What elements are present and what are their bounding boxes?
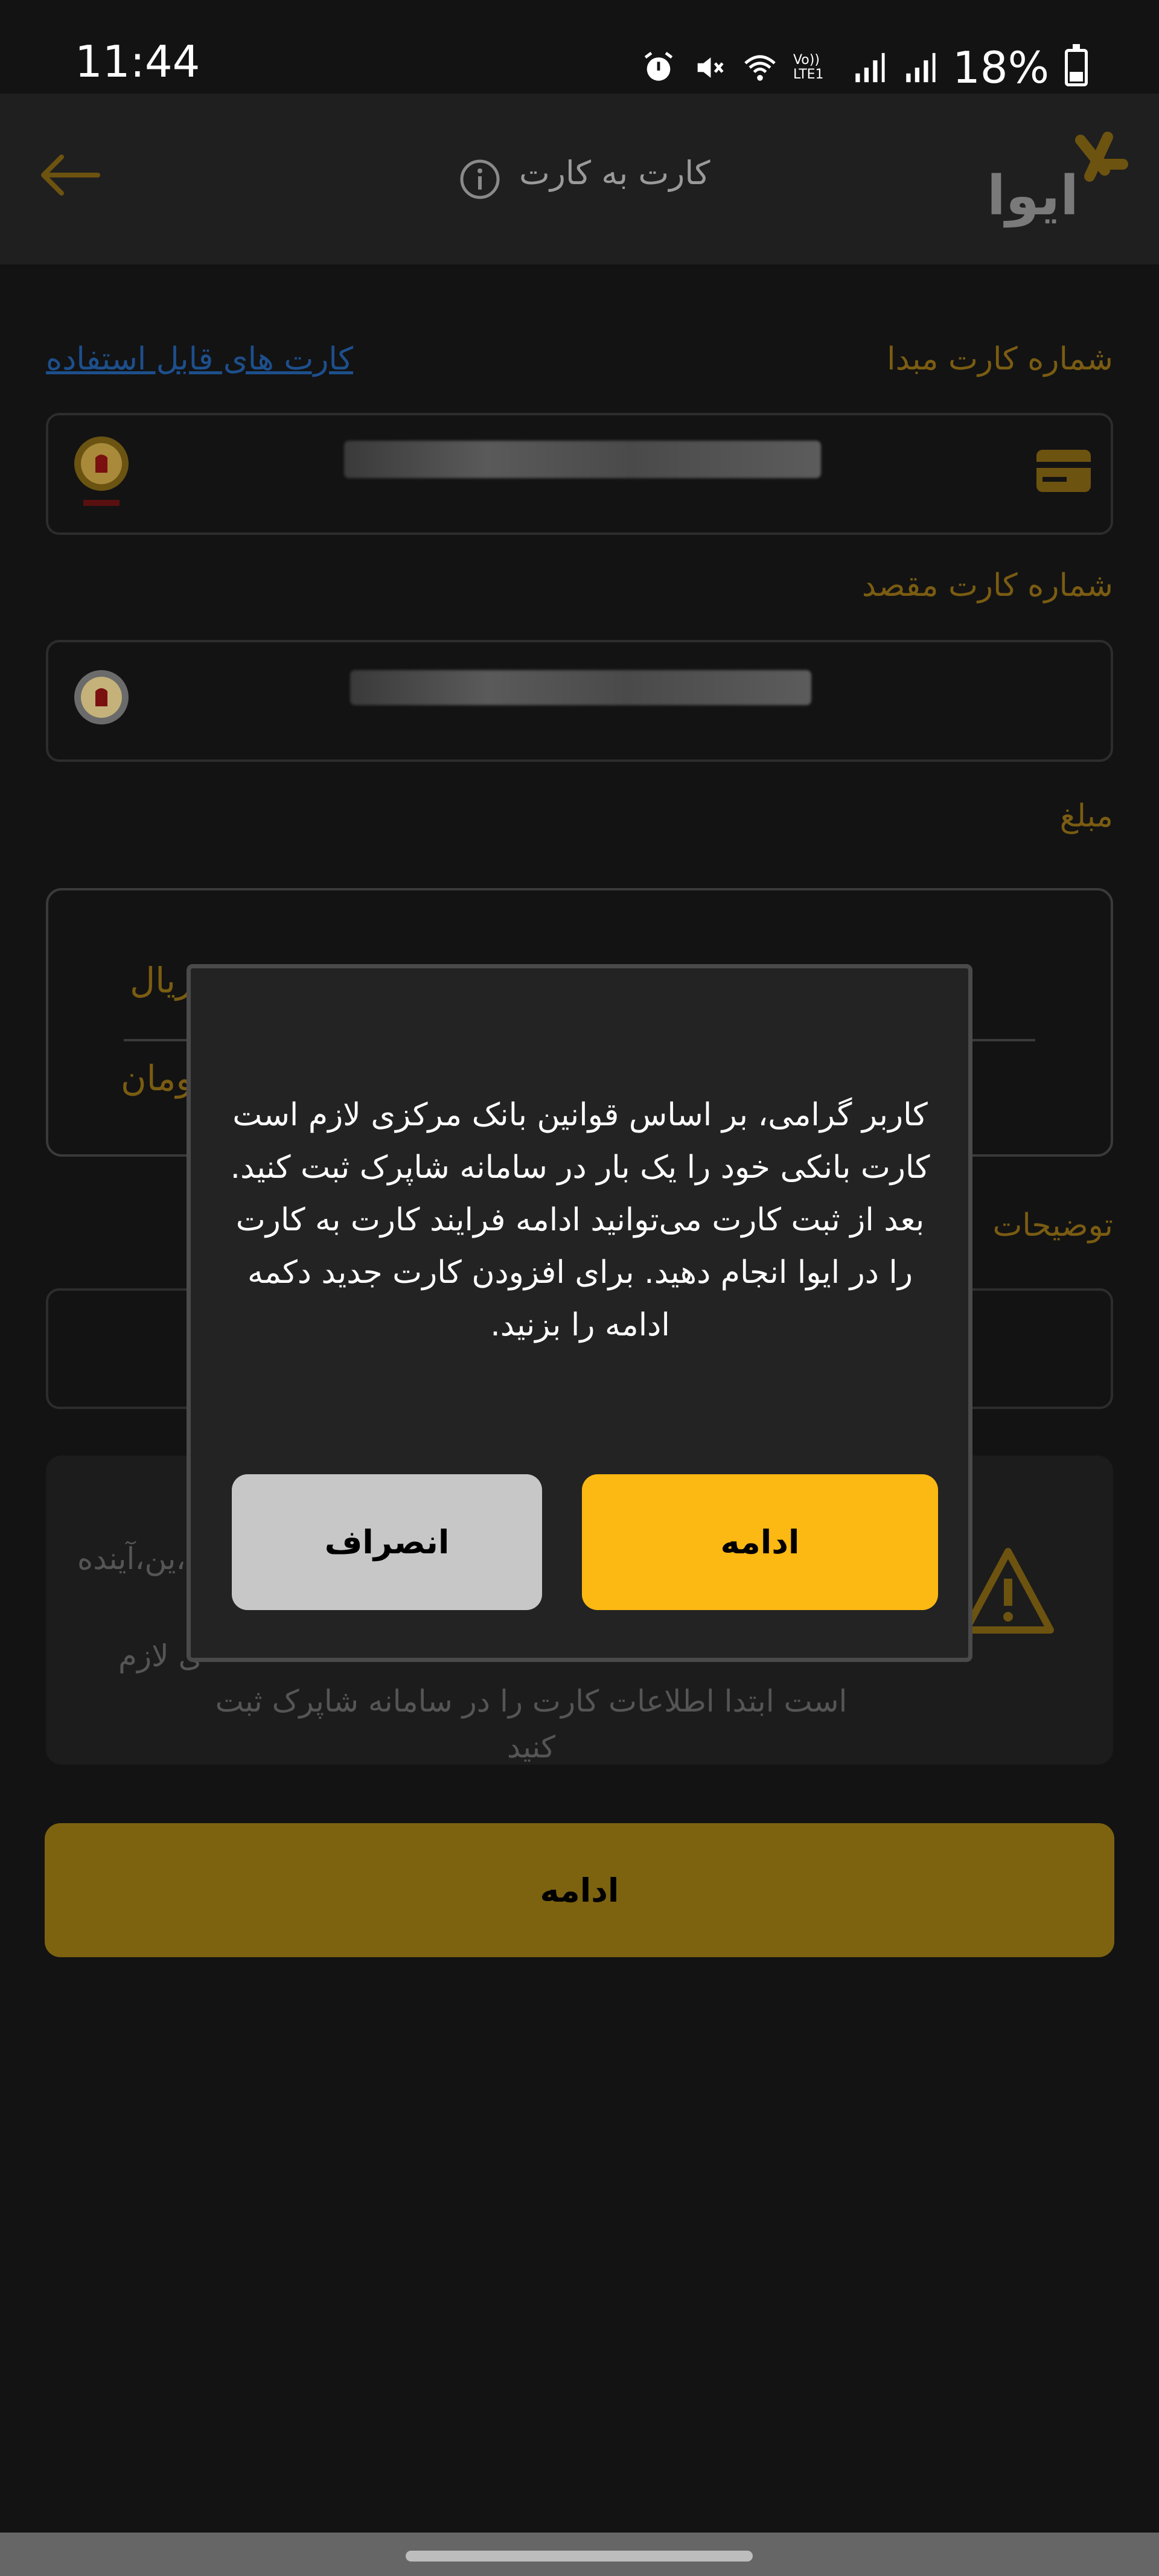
volte-label: Vo)) LTE1 [793, 53, 824, 82]
status-time: 11:44 [75, 36, 200, 87]
battery-icon [1065, 44, 1088, 86]
dialog-cancel-button[interactable]: انصراف [232, 1474, 542, 1610]
status-icons: Vo)) LTE1 18% [641, 42, 1088, 93]
home-gesture-pill[interactable] [406, 2551, 753, 2562]
signal-icon [855, 53, 885, 83]
signal-icon [906, 53, 936, 83]
alarm-icon [644, 51, 673, 81]
wifi-icon [744, 55, 776, 81]
shaparak-dialog: کاربر گرامی، بر اساس قوانین بانک مرکزی ل… [187, 964, 972, 1662]
dialog-message: کاربر گرامی، بر اساس قوانین بانک مرکزی ل… [230, 1097, 930, 1343]
mute-icon [697, 57, 724, 78]
dialog-continue-button[interactable]: ادامه [582, 1474, 938, 1610]
battery-percent: 18% [952, 42, 1049, 93]
